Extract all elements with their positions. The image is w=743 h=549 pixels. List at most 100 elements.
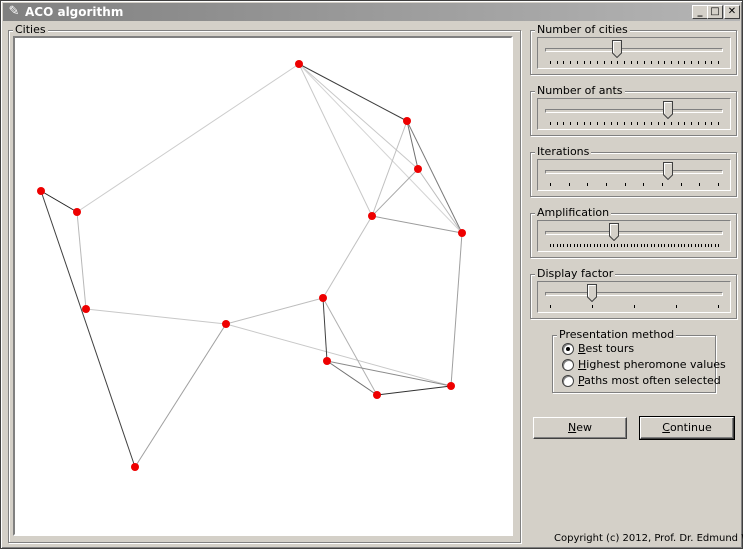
slider-tick: [630, 61, 632, 64]
slider-thumb[interactable]: [662, 162, 673, 180]
slider-group-0: Number of cities: [530, 23, 737, 75]
path-edge: [85, 308, 227, 325]
slider-tick: [664, 244, 666, 247]
slider-tick: [657, 122, 659, 125]
slider-tick: [634, 244, 635, 247]
slider-tick: [576, 122, 578, 125]
slider-thumb[interactable]: [662, 101, 673, 119]
slider-tick: [580, 244, 582, 247]
slider-tick: [662, 183, 663, 186]
slider-tick: [711, 244, 713, 247]
radio-button[interactable]: [562, 359, 574, 371]
city-node: [447, 382, 455, 390]
slider-tick: [644, 244, 646, 247]
title-bar[interactable]: ✎ ACO algorithm _ □ ✕: [3, 3, 740, 21]
city-node: [319, 294, 327, 302]
slider-tick: [718, 61, 719, 64]
slider-tick: [570, 244, 572, 247]
slider-tick: [576, 244, 578, 247]
path-edge: [298, 63, 419, 170]
slider-tick: [617, 122, 619, 125]
close-button[interactable]: ✕: [724, 5, 740, 19]
slider-tick: [634, 305, 635, 308]
path-edge: [40, 190, 136, 468]
slider-tick: [643, 183, 645, 186]
slider-trackbar[interactable]: [537, 220, 731, 252]
slider-tick: [677, 244, 679, 247]
slider-tick: [556, 244, 558, 247]
slider-tick: [650, 244, 652, 247]
slider-tick: [667, 244, 669, 247]
minimize-button[interactable]: _: [692, 5, 708, 19]
slider-tick: [570, 61, 572, 64]
new-button[interactable]: New: [533, 417, 627, 439]
slider-thumb[interactable]: [608, 223, 619, 241]
slider-tick: [568, 183, 570, 186]
radio-button[interactable]: [562, 343, 574, 355]
slider-tick: [664, 122, 666, 125]
slider-tick: [697, 61, 699, 64]
slider-tick: [613, 244, 615, 247]
slider-label: Display factor: [535, 267, 616, 281]
slider-tick: [550, 183, 551, 186]
slider-tick: [603, 61, 605, 64]
slider-tick: [671, 244, 672, 247]
slider-tick: [650, 122, 652, 125]
slider-tick: [592, 305, 593, 308]
slider-tick: [610, 61, 612, 64]
slider-tick: [556, 61, 558, 64]
slider-tick: [576, 61, 578, 64]
slider-group-4: Display factor: [530, 267, 737, 319]
slider-tick: [610, 244, 612, 247]
slider-group-2: Iterations: [530, 145, 737, 197]
slider-channel: [545, 231, 723, 235]
slider-tick: [603, 244, 605, 247]
presentation-method-label: Presentation method: [557, 328, 677, 342]
city-node: [368, 212, 376, 220]
path-edge: [76, 63, 300, 213]
slider-tick: [684, 244, 686, 247]
slider-tick: [644, 61, 646, 64]
slider-trackbar[interactable]: [537, 37, 731, 69]
slider-label: Iterations: [535, 145, 592, 159]
cities-canvas[interactable]: [13, 36, 513, 536]
slider-tick: [623, 244, 625, 247]
slider-tick: [600, 244, 602, 247]
slider-trackbar[interactable]: [537, 98, 731, 130]
slider-channel: [545, 109, 723, 113]
slider-tick: [623, 61, 625, 64]
slider-tick: [593, 244, 595, 247]
slider-trackbar[interactable]: [537, 159, 731, 191]
path-edge: [371, 168, 419, 217]
slider-label: Number of ants: [535, 84, 625, 98]
city-node: [37, 187, 45, 195]
slider-tick: [563, 122, 565, 125]
radio-button[interactable]: [562, 375, 574, 387]
continue-button[interactable]: Continue: [639, 416, 735, 440]
slider-tick: [630, 244, 632, 247]
slider-tick: [697, 122, 699, 125]
slider-label: Amplification: [535, 206, 612, 220]
slider-tick: [650, 61, 652, 64]
city-node: [295, 60, 303, 68]
slider-thumb[interactable]: [612, 40, 623, 58]
slider-tick: [671, 61, 672, 64]
slider-tick: [583, 244, 585, 247]
presentation-method-groupbox: Presentation method Best tours Highest p…: [552, 328, 726, 393]
slider-tick: [677, 122, 679, 125]
slider-tick: [583, 122, 585, 125]
slider-tick: [550, 305, 551, 308]
slider-tick: [718, 122, 719, 125]
slider-tick: [684, 122, 686, 125]
maximize-button[interactable]: □: [707, 5, 723, 19]
path-edge: [322, 297, 378, 396]
slider-tick: [597, 244, 598, 247]
slider-tick: [606, 183, 607, 186]
radio-selected-dot: [566, 347, 570, 351]
slider-tick: [587, 244, 588, 247]
slider-tick: [691, 61, 693, 64]
slider-thumb[interactable]: [587, 284, 597, 302]
slider-tick: [617, 244, 619, 247]
slider-tick: [718, 183, 719, 186]
slider-trackbar[interactable]: [537, 281, 731, 313]
